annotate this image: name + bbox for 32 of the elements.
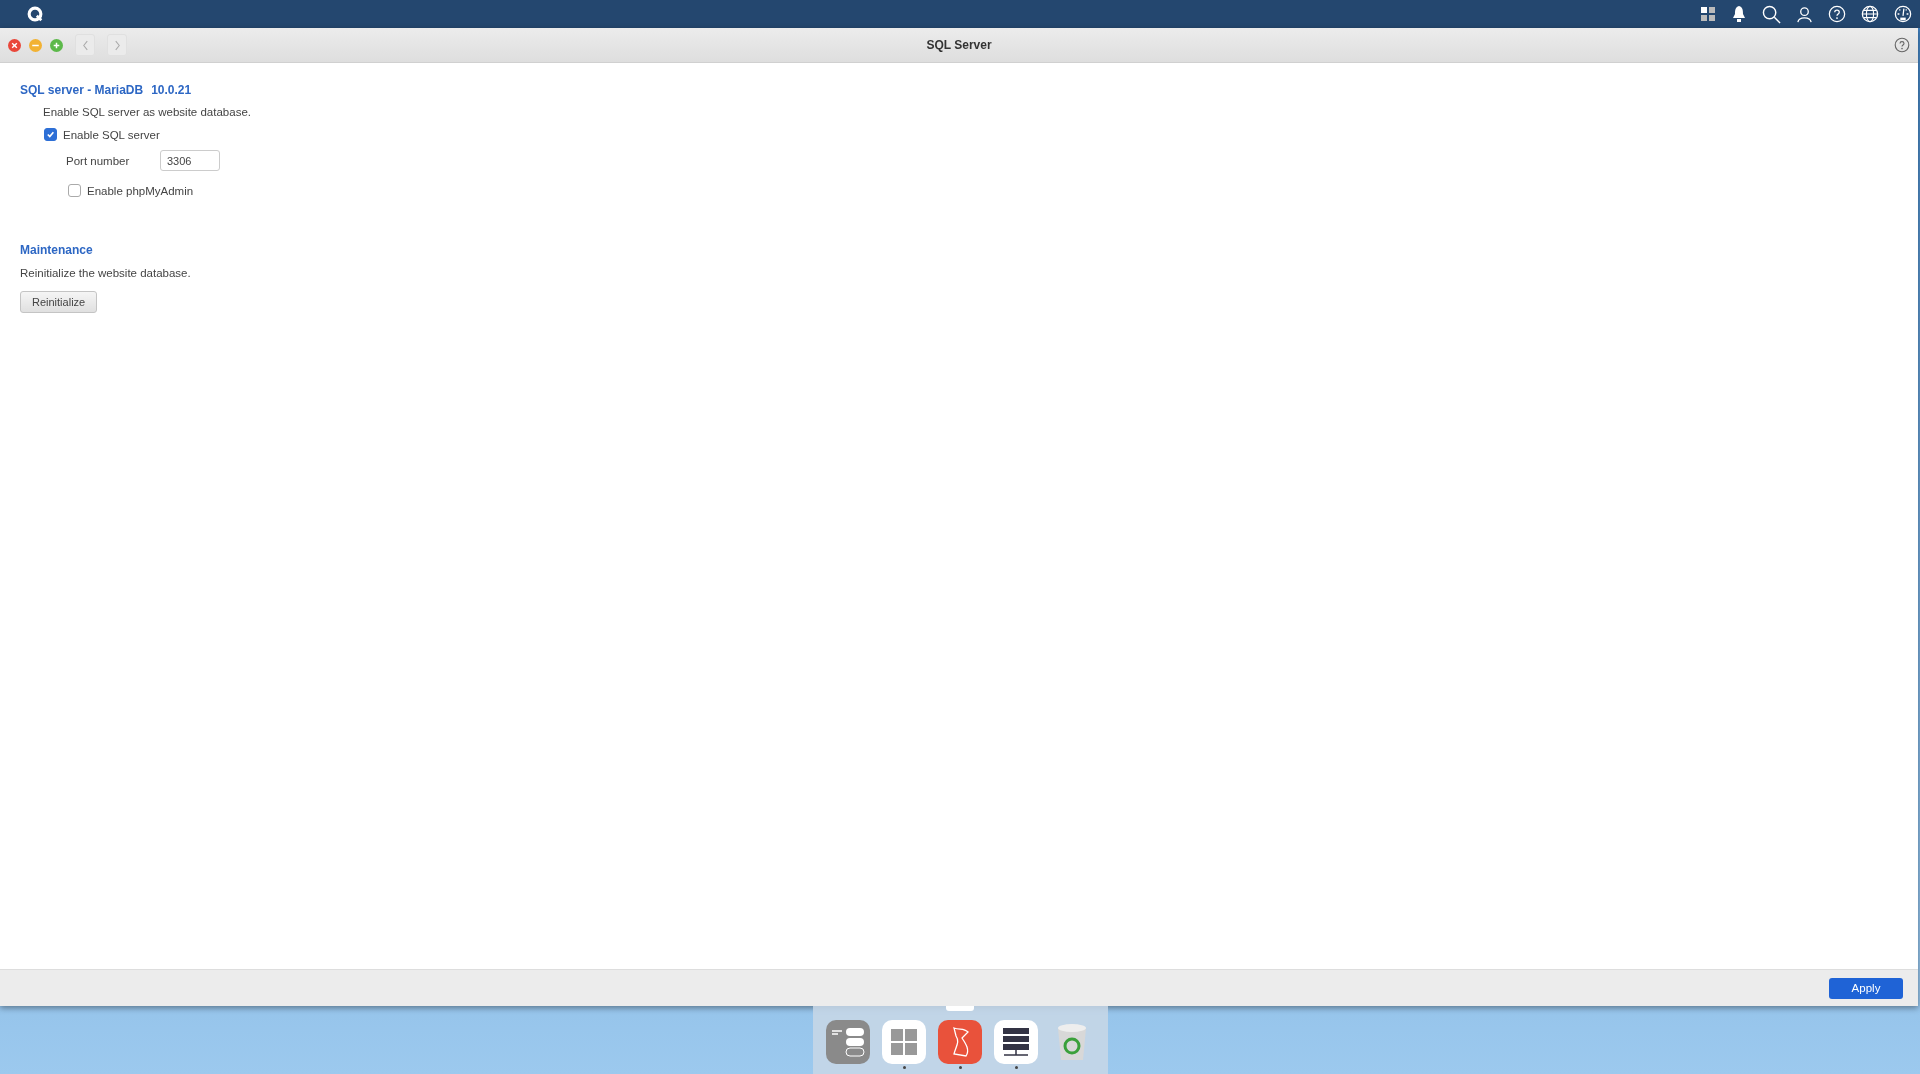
apply-button[interactable]: Apply: [1829, 977, 1903, 999]
checkbox-label: Enable phpMyAdmin: [87, 184, 194, 197]
chevron-left-icon: [81, 39, 89, 51]
grid-app-icon[interactable]: [882, 1020, 926, 1064]
logo-icon[interactable]: [26, 5, 44, 23]
field-label: Port number: [66, 154, 131, 167]
notification-bell-icon[interactable]: [1731, 5, 1747, 23]
reinitialize-button[interactable]: Reinitialize: [20, 291, 98, 313]
server-app-icon[interactable]: [994, 1020, 1038, 1064]
globe-icon[interactable]: [1861, 5, 1879, 23]
toggles-app-icon[interactable]: [826, 1020, 870, 1064]
version-label: 10.0.21: [151, 83, 192, 97]
user-icon[interactable]: [1796, 5, 1813, 23]
grid-icon[interactable]: [1700, 6, 1716, 22]
maximize-icon[interactable]: [50, 38, 63, 52]
description-text: Enable SQL server as website database.: [43, 106, 251, 118]
help-icon: [1894, 37, 1910, 53]
help-icon[interactable]: [1828, 5, 1846, 23]
checkbox[interactable]: [44, 128, 57, 141]
section-title: Maintenance: [20, 243, 93, 257]
window-title: SQL Server: [926, 38, 992, 52]
section-title: SQL server - MariaDB: [20, 83, 144, 97]
search-icon[interactable]: [1762, 4, 1781, 24]
checkmark-icon: [46, 130, 55, 139]
gauge-icon[interactable]: [1894, 5, 1912, 23]
checkbox-label: Enable SQL server: [63, 128, 160, 141]
dock-handle[interactable]: [945, 1006, 974, 1011]
checkbox[interactable]: [68, 184, 81, 197]
port-input[interactable]: 3306: [160, 150, 220, 171]
close-icon[interactable]: [8, 38, 21, 52]
description-text: Reinitialize the website database.: [20, 267, 191, 279]
chevron-right-icon: [113, 39, 121, 51]
